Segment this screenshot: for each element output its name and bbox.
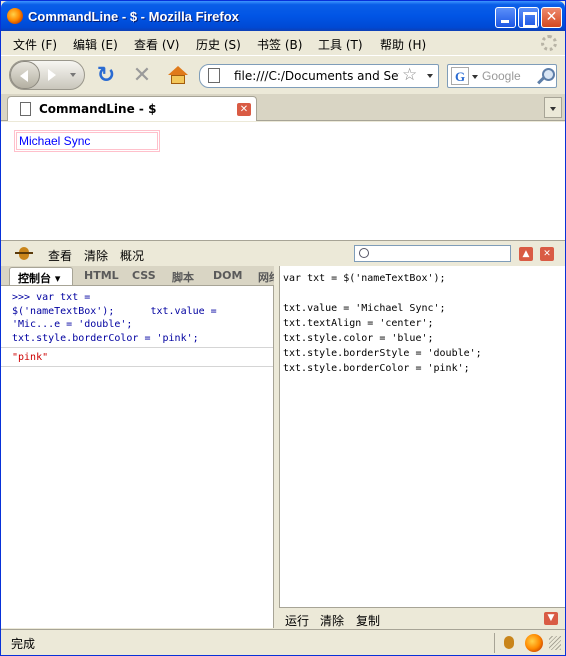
menu-bar: 文件 (F) 编辑 (E) 查看 (V) 历史 (S) 书签 (B) 工具 (T… [1, 32, 565, 54]
tab-css[interactable]: CSS [132, 269, 156, 282]
code-line: var txt = $('nameTextBox'); [283, 273, 446, 284]
code-line: txt.style.color = 'blue'; [283, 333, 434, 344]
code-line: txt.style.borderColor = 'pink'; [283, 363, 470, 374]
tab-html[interactable]: HTML [84, 269, 119, 282]
maximize-icon [519, 8, 538, 27]
menu-edit[interactable]: 编辑 (E) [73, 36, 118, 53]
editor-code[interactable]: var txt = $('nameTextBox'); txt.value = … [283, 271, 482, 376]
tab-page-icon [20, 102, 31, 116]
divider [1, 347, 273, 348]
google-engine-icon[interactable]: G [451, 67, 469, 85]
minimize-button[interactable] [495, 7, 516, 28]
navigation-toolbar: ↻ ✕ file:///C:/Documents and Settings ☆ … [1, 55, 565, 93]
code-line: txt.style.borderStyle = 'double'; [283, 348, 482, 359]
console-panel: >>> var txt = $('nameTextBox'); txt.valu… [1, 286, 274, 628]
divider [1, 366, 273, 367]
copy-button[interactable]: 复制 [356, 612, 380, 629]
menu-history[interactable]: 历史 (S) [196, 36, 241, 53]
tab-close-icon[interactable]: ✕ [237, 103, 251, 116]
tab-console[interactable]: 控制台 ▾ [9, 267, 73, 285]
firebug-panel-tabs: 控制台 ▾ HTML CSS 脚本 DOM 网络 [1, 266, 274, 286]
clear-button[interactable]: 清除 [84, 247, 108, 264]
code-line: txt.value = 'Michael Sync'; [283, 303, 446, 314]
console-command: >>> var txt = $('nameTextBox'); txt.valu… [12, 291, 270, 345]
url-dropdown-icon[interactable] [427, 74, 433, 78]
title-bar: CommandLine - $ - Mozilla Firefox ✕ [1, 1, 565, 31]
back-button[interactable] [10, 61, 40, 89]
url-text[interactable]: file:///C:/Documents and Settings [234, 69, 399, 83]
firefox-icon [7, 8, 23, 24]
home-icon-body [171, 75, 185, 84]
console-command-line: 'Mic...e = 'double'; [12, 319, 133, 330]
tabs-list-button[interactable] [544, 97, 562, 118]
name-textbox[interactable]: Michael Sync [14, 130, 160, 152]
console-command-line: $('nameTextBox'); txt.value = [12, 305, 217, 317]
firebug-search-input[interactable] [354, 245, 511, 262]
tab-strip: CommandLine - $ ✕ [1, 94, 565, 121]
back-arrow-icon [20, 70, 28, 82]
close-button[interactable]: ✕ [541, 7, 562, 28]
firebug-icon[interactable] [15, 244, 33, 262]
page-content: Michael Sync [1, 122, 565, 240]
firefox-status-icon[interactable] [525, 634, 543, 652]
tab-script[interactable]: 脚本 [172, 269, 194, 285]
console-command-line: txt.style.borderColor = 'pink'; [12, 332, 199, 344]
tab-net[interactable]: 网络 [258, 269, 274, 285]
status-text: 完成 [11, 637, 36, 651]
status-bar: 完成 [1, 629, 565, 655]
reload-icon: ↻ [96, 63, 116, 88]
menu-file[interactable]: 文件 (F) [13, 36, 57, 53]
home-icon [168, 66, 188, 75]
tab-dom[interactable]: DOM [213, 269, 242, 282]
home-button[interactable] [167, 65, 189, 87]
firebug-toolbar: 查看 清除 概况 ▲ ✕ [1, 240, 565, 265]
search-input[interactable]: Google [482, 69, 532, 83]
firebug-close-icon[interactable]: ✕ [540, 247, 554, 261]
menu-view[interactable]: 查看 (V) [134, 36, 179, 53]
window-title: CommandLine - $ - Mozilla Firefox [28, 9, 239, 24]
throbber-icon [541, 35, 557, 51]
command-editor[interactable]: var txt = $('nameTextBox'); txt.value = … [279, 266, 565, 607]
divider [494, 633, 495, 653]
code-line: txt.textAlign = 'center'; [283, 318, 434, 329]
tab-commandline[interactable]: CommandLine - $ ✕ [7, 96, 257, 121]
back-forward-group [9, 60, 85, 90]
page-icon [208, 68, 220, 83]
run-button[interactable]: 运行 [285, 612, 309, 629]
tab-label: CommandLine - $ [39, 102, 157, 116]
collapse-editor-icon[interactable]: ▼ [544, 612, 558, 625]
menu-tools[interactable]: 工具 (T) [318, 36, 363, 53]
history-dropdown-icon[interactable] [70, 73, 76, 77]
firebug-status-icon[interactable] [501, 634, 517, 650]
stop-icon: ✕ [132, 63, 152, 88]
editor-action-bar: 运行 清除 复制 ▼ [279, 607, 565, 628]
profile-button[interactable]: 概况 [120, 247, 144, 264]
stop-button[interactable]: ✕ [131, 65, 153, 87]
url-bar[interactable]: file:///C:/Documents and Settings ☆ [199, 64, 439, 88]
editor-clear-button[interactable]: 清除 [320, 612, 344, 629]
detach-icon[interactable]: ▲ [519, 247, 533, 261]
forward-button[interactable] [44, 66, 62, 84]
menu-bookmarks[interactable]: 书签 (B) [257, 36, 302, 53]
menu-help[interactable]: 帮助 (H) [380, 36, 426, 53]
engine-dropdown-icon[interactable] [472, 75, 478, 79]
search-bar[interactable]: G Google [447, 64, 557, 88]
resize-grip-icon[interactable] [549, 636, 561, 650]
search-icon [359, 248, 369, 258]
reload-button[interactable]: ↻ [95, 65, 117, 87]
close-icon: ✕ [545, 9, 558, 25]
maximize-button[interactable] [518, 7, 539, 28]
search-icon[interactable] [537, 68, 555, 84]
inspect-button[interactable]: 查看 [48, 247, 72, 264]
console-result: "pink" [12, 352, 49, 363]
console-command-line: >>> var txt = [12, 292, 91, 303]
browser-window: CommandLine - $ - Mozilla Firefox ✕ 文件 (… [0, 0, 566, 656]
minimize-icon [496, 8, 515, 27]
forward-arrow-icon [48, 69, 56, 81]
bookmark-star-icon[interactable]: ☆ [402, 65, 417, 85]
